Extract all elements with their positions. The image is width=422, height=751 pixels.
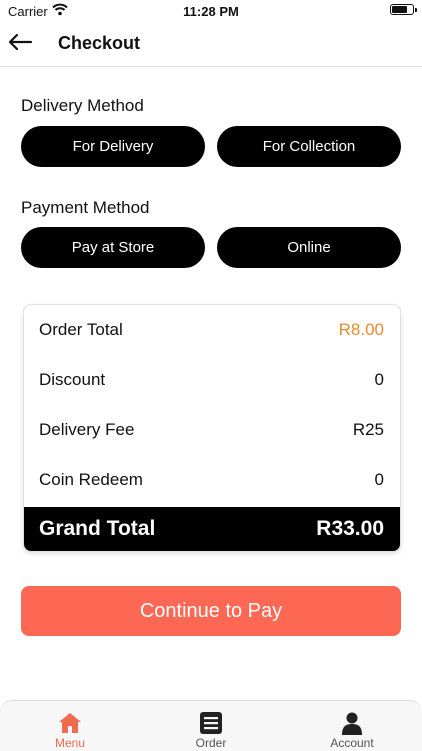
grand-total-label: Grand Total [39, 517, 156, 540]
for-collection-button[interactable]: For Collection [217, 126, 401, 167]
payment-method-heading: Payment Method [21, 198, 150, 217]
discount-label: Discount [39, 370, 106, 389]
delivery-fee-value: R25 [352, 420, 384, 439]
for-delivery-button[interactable]: For Delivery [21, 126, 205, 167]
grand-total-row: Grand Total R33.00 [24, 507, 400, 551]
tab-account-label: Account [330, 736, 374, 750]
user-icon [342, 712, 362, 735]
status-time: 11:28 PM [183, 4, 239, 19]
page-title: Checkout [58, 33, 141, 53]
discount-row: Discount 0 [39, 355, 384, 405]
order-total-label: Order Total [39, 320, 123, 339]
grand-total-value: R33.00 [316, 517, 384, 540]
tab-menu[interactable]: Menu [0, 701, 140, 751]
order-summary-card: Order Total R8.00 Discount 0 Delivery Fe… [23, 304, 401, 552]
order-total-row: Order Total R8.00 [39, 305, 384, 355]
tab-order[interactable]: Order [141, 701, 281, 751]
pay-at-store-button[interactable]: Pay at Store [21, 227, 205, 268]
online-payment-button[interactable]: Online [217, 227, 401, 268]
delivery-fee-row: Delivery Fee R25 [39, 405, 384, 455]
back-arrow-icon [8, 33, 33, 51]
delivery-method-heading: Delivery Method [21, 96, 144, 115]
coin-redeem-row: Coin Redeem 0 [39, 455, 384, 505]
tab-menu-label: Menu [54, 736, 86, 750]
order-total-value: R8.00 [338, 320, 384, 339]
discount-value: 0 [374, 370, 384, 389]
continue-to-pay-button[interactable]: Continue to Pay [21, 586, 401, 636]
status-bar: Carrier 11:28 PM [0, 0, 422, 22]
back-button[interactable] [6, 28, 38, 60]
list-icon [200, 712, 222, 734]
tab-order-label: Order [195, 736, 227, 750]
navigation-bar: Checkout [0, 22, 422, 67]
coin-redeem-label: Coin Redeem [39, 470, 143, 489]
home-icon [59, 713, 81, 733]
coin-redeem-value: 0 [374, 470, 384, 489]
tab-account[interactable]: Account [282, 701, 422, 751]
battery-icon [390, 4, 417, 15]
delivery-fee-label: Delivery Fee [39, 420, 135, 439]
tab-bar: Menu Order Account [0, 700, 422, 751]
